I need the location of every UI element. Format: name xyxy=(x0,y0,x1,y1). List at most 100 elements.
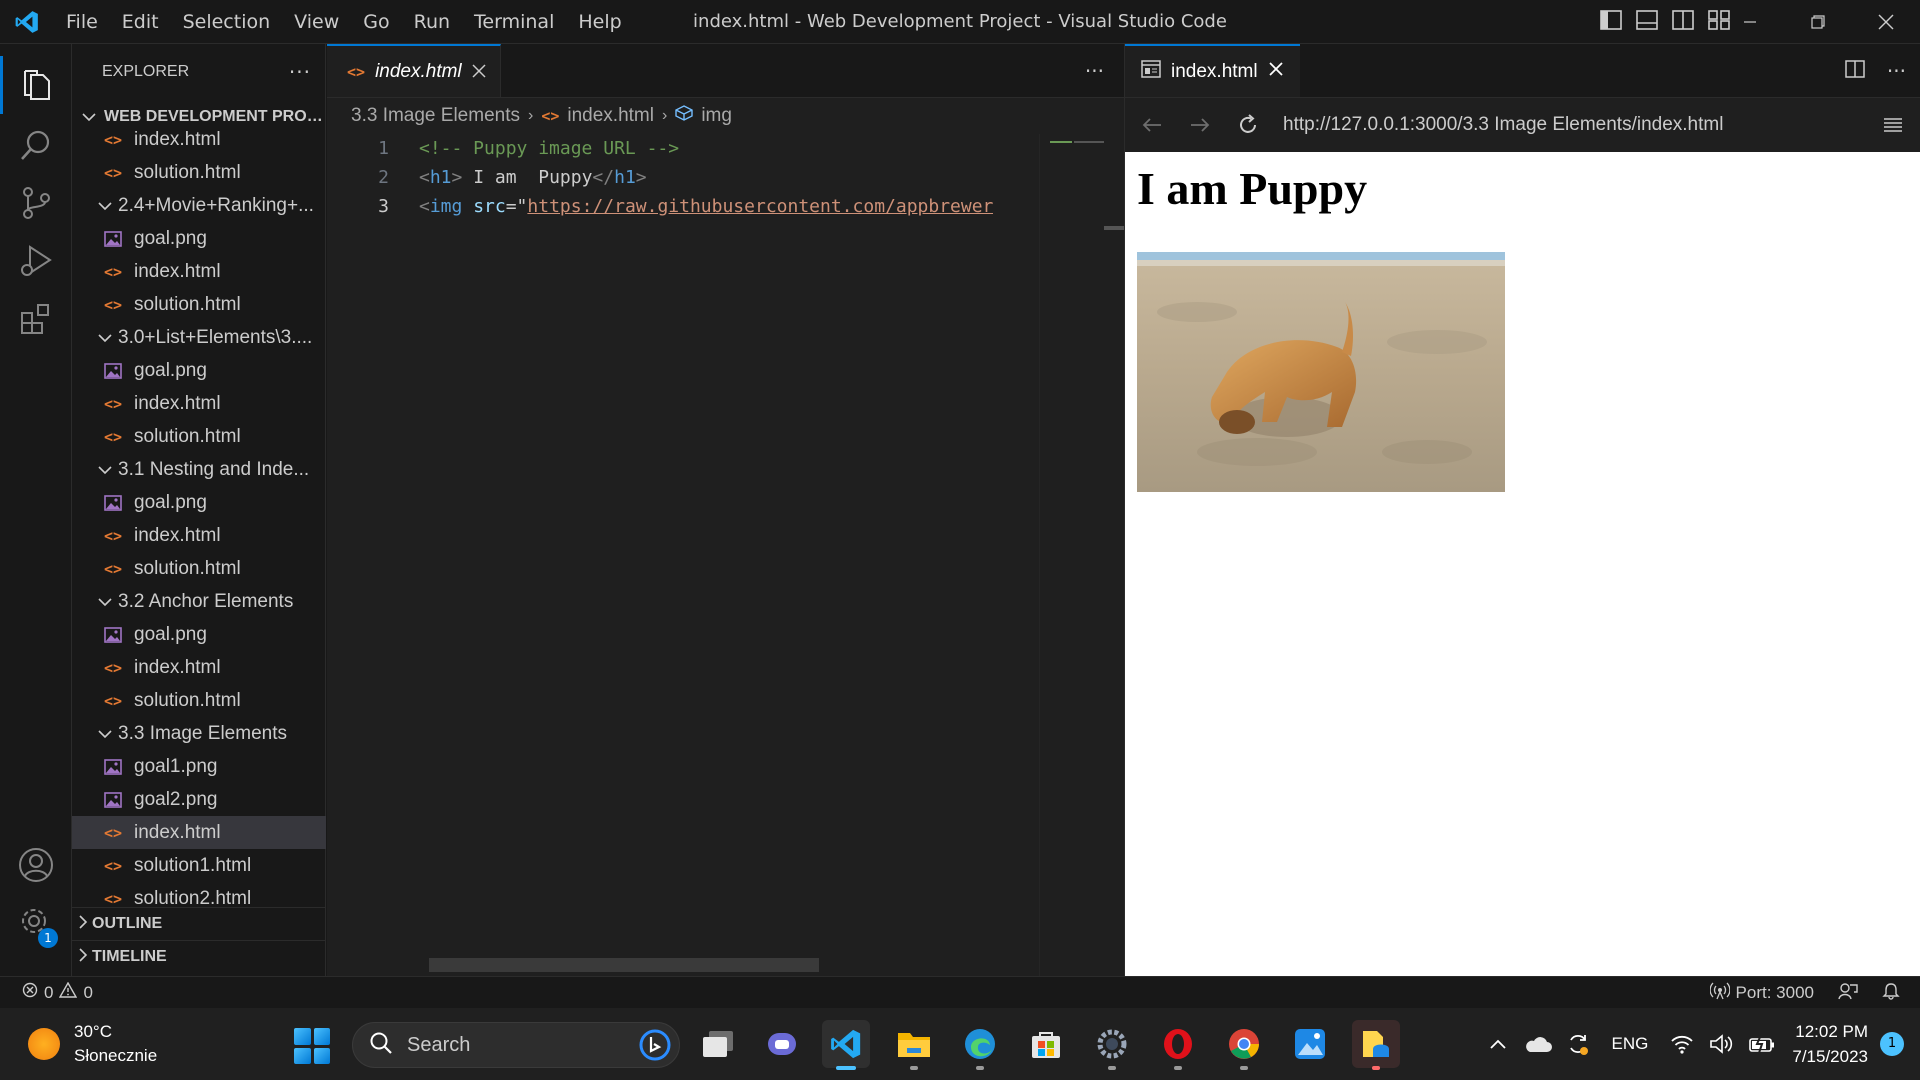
back-arrow-icon[interactable] xyxy=(1135,108,1169,142)
wifi-icon[interactable] xyxy=(1662,1024,1702,1064)
minimize-icon[interactable] xyxy=(1716,0,1784,44)
forward-arrow-icon[interactable] xyxy=(1183,108,1217,142)
breadcrumb-symbol[interactable]: img xyxy=(701,105,732,127)
notifications-bell-icon[interactable] xyxy=(1882,982,1900,1005)
menu-view[interactable]: View xyxy=(282,0,351,44)
manage-gear-icon[interactable]: 1 xyxy=(0,894,72,952)
horizontal-scrollbar[interactable] xyxy=(429,958,819,972)
explorer-more-icon[interactable]: ··· xyxy=(289,60,311,84)
tree-folder[interactable]: 3.1 Nesting and Inde... xyxy=(72,453,326,486)
file-explorer-icon[interactable] xyxy=(890,1020,938,1070)
toggle-secondary-sidebar-icon[interactable] xyxy=(1672,10,1694,34)
tree-file[interactable]: <> index.html xyxy=(72,519,326,552)
breadcrumb-folder[interactable]: 3.3 Image Elements xyxy=(351,105,520,127)
tree-file[interactable]: goal2.png xyxy=(72,783,326,816)
menu-file[interactable]: File xyxy=(54,0,110,44)
weather-widget[interactable]: 30°C Słonecznie xyxy=(28,1020,157,1068)
status-problems[interactable]: 0 0 xyxy=(0,981,93,1003)
file-manager-app-icon[interactable] xyxy=(1352,1020,1400,1070)
chrome-browser-icon[interactable] xyxy=(1220,1020,1268,1070)
volume-icon[interactable] xyxy=(1702,1024,1742,1064)
tab-index-html[interactable]: <> index.html xyxy=(327,44,501,97)
html-file-icon: <> xyxy=(103,691,123,710)
notification-count-badge[interactable]: 1 xyxy=(1880,1032,1904,1056)
settings-gear-icon[interactable] xyxy=(1088,1020,1136,1070)
tree-folder[interactable]: 3.0+List+Elements\3.... xyxy=(72,321,326,354)
close-tab-icon[interactable] xyxy=(1268,61,1284,83)
symbol-element-icon xyxy=(675,105,694,127)
tree-file[interactable]: <> index.html xyxy=(72,255,326,288)
accounts-icon[interactable] xyxy=(0,836,72,894)
editor-more-actions-icon[interactable]: ··· xyxy=(1085,44,1104,98)
teams-chat-icon[interactable] xyxy=(758,1020,806,1068)
opera-browser-icon[interactable] xyxy=(1154,1020,1202,1070)
edge-browser-icon[interactable] xyxy=(956,1020,1004,1070)
split-editor-icon[interactable] xyxy=(1845,59,1865,83)
code-editor[interactable]: 1 <!-- Puppy image URL --> 2 <h1> I am P… xyxy=(327,134,1047,221)
outline-section[interactable]: OUTLINE xyxy=(72,907,326,940)
tree-folder[interactable]: 2.4+Movie+Ranking+... xyxy=(72,189,326,222)
close-tab-icon[interactable] xyxy=(472,61,486,83)
tree-file[interactable]: <> index.html xyxy=(72,816,326,849)
tree-file[interactable]: goal.png xyxy=(72,222,326,255)
tree-file[interactable]: <> solution.html xyxy=(72,552,326,585)
reload-icon[interactable] xyxy=(1231,108,1265,142)
menu-edit[interactable]: Edit xyxy=(110,0,171,44)
tree-folder[interactable]: 3.2 Anchor Elements xyxy=(72,585,326,618)
tree-file[interactable]: <> solution.html xyxy=(72,420,326,453)
browser-menu-icon[interactable] xyxy=(1876,108,1910,142)
extensions-icon[interactable] xyxy=(0,290,72,348)
tree-file[interactable]: <> index.html xyxy=(72,387,326,420)
tree-file[interactable]: <> index.html xyxy=(72,123,326,156)
tree-file[interactable]: <> solution.html xyxy=(72,156,326,189)
tree-file[interactable]: <> index.html xyxy=(72,651,326,684)
battery-charging-icon[interactable] xyxy=(1742,1024,1782,1064)
sync-icon[interactable] xyxy=(1558,1024,1598,1064)
tree-file[interactable]: goal.png xyxy=(72,618,326,651)
close-window-icon[interactable] xyxy=(1852,0,1920,44)
onedrive-cloud-icon[interactable] xyxy=(1518,1024,1558,1064)
url-input[interactable] xyxy=(1279,106,1862,144)
feedback-icon[interactable] xyxy=(1838,982,1858,1005)
photos-app-icon[interactable] xyxy=(1286,1020,1334,1068)
search-icon[interactable] xyxy=(0,116,72,174)
explorer-icon[interactable] xyxy=(0,56,72,114)
tree-folder[interactable]: 3.3 Image Elements xyxy=(72,717,326,750)
menu-help[interactable]: Help xyxy=(566,0,633,44)
explorer-title: EXPLORER xyxy=(102,63,190,80)
restore-icon[interactable] xyxy=(1784,0,1852,44)
tree-file[interactable]: <> solution.html xyxy=(72,288,326,321)
timeline-section[interactable]: TIMELINE xyxy=(72,940,326,973)
tab-preview-index-html[interactable]: index.html xyxy=(1125,44,1300,97)
bing-icon[interactable] xyxy=(639,1029,671,1065)
preview-more-actions-icon[interactable]: ··· xyxy=(1887,59,1906,83)
menu-selection[interactable]: Selection xyxy=(171,0,283,44)
code-string-url[interactable]: https://raw.githubusercontent.com/appbre… xyxy=(527,196,993,217)
activity-bar: 1 xyxy=(0,44,72,976)
menu-run[interactable]: Run xyxy=(402,0,462,44)
microsoft-store-icon[interactable] xyxy=(1022,1020,1070,1068)
source-control-icon[interactable] xyxy=(0,174,72,232)
start-button[interactable] xyxy=(294,1028,330,1064)
vscode-taskbar-icon[interactable] xyxy=(822,1020,870,1070)
tree-file[interactable]: goal.png xyxy=(72,354,326,387)
input-language[interactable]: ENG xyxy=(1598,1034,1663,1054)
taskbar-search[interactable]: Search xyxy=(352,1022,680,1068)
run-debug-icon[interactable] xyxy=(0,232,72,290)
menu-terminal[interactable]: Terminal xyxy=(462,0,566,44)
toggle-panel-icon[interactable] xyxy=(1636,10,1658,34)
live-server-port[interactable]: Port: 3000 xyxy=(1709,982,1814,1005)
task-view-icon[interactable] xyxy=(694,1020,742,1068)
tree-file[interactable]: goal1.png xyxy=(72,750,326,783)
tree-file[interactable]: goal.png xyxy=(72,486,326,519)
breadcrumb-file[interactable]: index.html xyxy=(567,105,654,127)
vertical-scrollbar[interactable] xyxy=(1104,134,1124,964)
chevron-up-icon[interactable] xyxy=(1478,1024,1518,1064)
rendered-webpage[interactable]: I am Puppy xyxy=(1125,152,1920,976)
toggle-primary-sidebar-icon[interactable] xyxy=(1600,10,1622,34)
tree-item-label: index.html xyxy=(134,524,221,546)
taskbar-clock[interactable]: 12:02 PM 7/15/2023 xyxy=(1782,1019,1880,1069)
menu-go[interactable]: Go xyxy=(351,0,401,44)
tree-file[interactable]: <> solution.html xyxy=(72,684,326,717)
tree-file[interactable]: <> solution1.html xyxy=(72,849,326,882)
